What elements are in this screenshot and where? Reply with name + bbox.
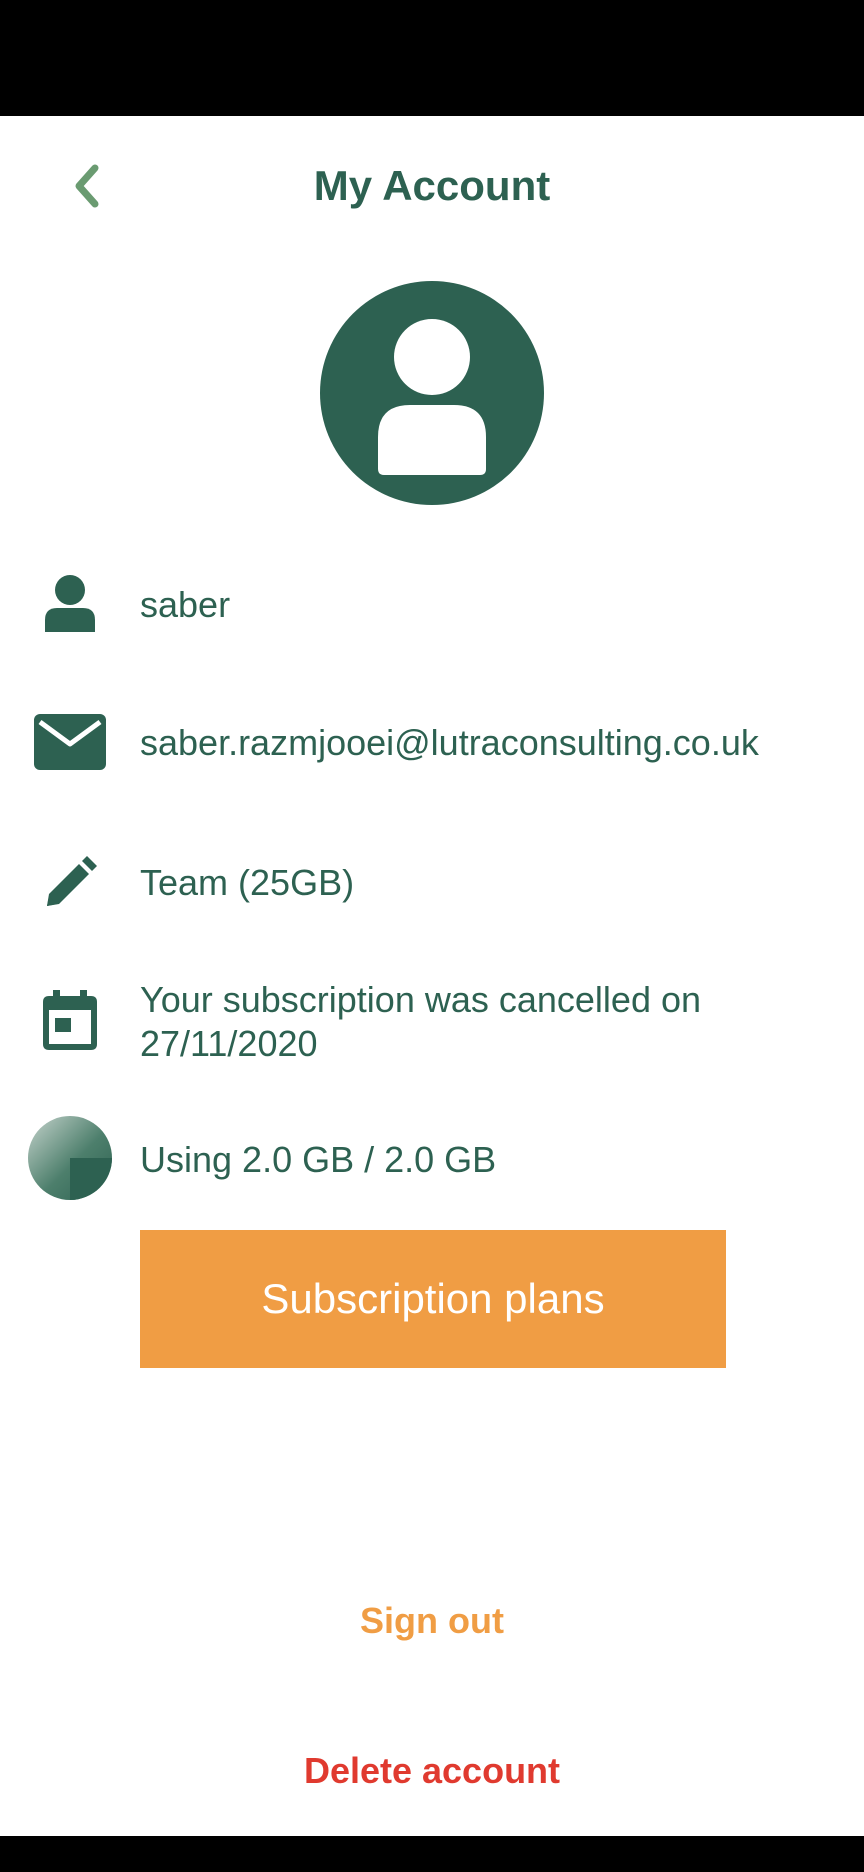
storage-pie-icon	[28, 1116, 112, 1200]
header: My Account	[0, 116, 864, 256]
username-text: saber	[140, 584, 231, 625]
subscription-row: Your subscription was cancelled on 27/11…	[0, 972, 864, 1082]
navigation-bar	[0, 1836, 864, 1872]
sign-out-button[interactable]: Sign out	[0, 1596, 864, 1646]
delete-account-button[interactable]: Delete account	[0, 1746, 864, 1796]
status-bar	[0, 0, 864, 116]
storage-text: Using 2.0 GB / 2.0 GB	[140, 1139, 497, 1180]
subscription-text: Your subscription was cancelled on 27/11…	[140, 979, 702, 1064]
envelope-icon	[34, 714, 106, 770]
avatar	[320, 281, 544, 505]
subscription-plans-button[interactable]: Subscription plans	[140, 1230, 726, 1368]
person-icon	[45, 575, 95, 632]
storage-row: Using 2.0 GB / 2.0 GB	[0, 1116, 864, 1204]
calendar-icon	[43, 990, 97, 1050]
user-avatar-icon	[320, 281, 544, 505]
plan-text: Team (25GB)	[140, 862, 355, 903]
username-row: saber	[0, 570, 864, 640]
page-title: My Account	[313, 162, 551, 209]
pencil-icon	[47, 856, 97, 906]
plan-row: Team (25GB)	[0, 848, 864, 918]
email-row: saber.razmjooei@lutraconsulting.co.uk	[0, 708, 864, 778]
email-text: saber.razmjooei@lutraconsulting.co.uk	[140, 722, 759, 763]
